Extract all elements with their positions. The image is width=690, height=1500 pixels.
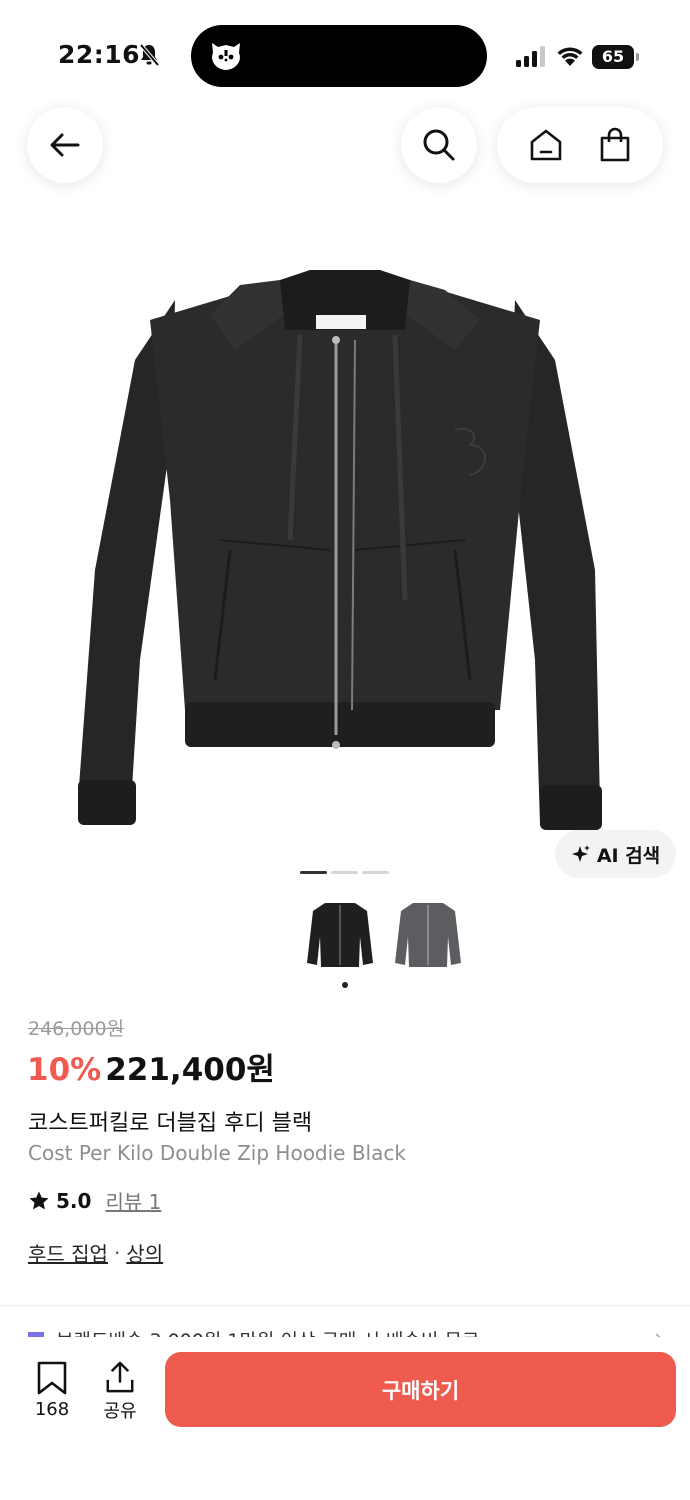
discount-rate: 10%	[27, 1052, 102, 1088]
buy-button[interactable]: 구매하기	[165, 1352, 676, 1427]
category-separator: ·	[113, 1240, 121, 1265]
color-thumbnails	[303, 895, 465, 975]
rating-value: 5.0	[56, 1188, 92, 1213]
bottom-action-bar: 168 공유 구매하기	[0, 1337, 690, 1500]
search-icon	[423, 129, 455, 161]
price-row: 10% 221,400원	[27, 1044, 275, 1089]
black-hoodie-thumbnail	[307, 903, 373, 967]
original-price: 246,000원	[28, 1018, 125, 1040]
section-divider	[0, 1305, 690, 1306]
thumbnail-gray[interactable]	[391, 895, 465, 975]
category-top-link[interactable]: 상의	[126, 1238, 163, 1267]
arrow-left-icon	[50, 133, 80, 157]
rating-row: 5.0 리뷰 1	[28, 1186, 161, 1215]
star-icon	[29, 1191, 49, 1209]
sparkle-icon	[571, 845, 590, 862]
sale-price: 221,400원	[105, 1052, 275, 1088]
product-image[interactable]	[0, 240, 690, 850]
nav-pill	[497, 107, 663, 183]
share-button[interactable]: 공유	[96, 1361, 144, 1423]
cellular-signal-icon	[516, 46, 545, 67]
status-time: 22:16	[58, 40, 141, 69]
product-name-ko: 코스트퍼킬로 더블집 후디 블랙	[28, 1111, 313, 1136]
gray-hoodie-thumbnail	[395, 903, 461, 967]
gallery-pager	[300, 871, 389, 874]
bookmark-icon	[37, 1361, 67, 1395]
cart-button[interactable]	[593, 123, 637, 167]
ai-search-button[interactable]: AI 검색	[555, 830, 676, 878]
shopping-bag-icon	[600, 127, 629, 162]
category-hood-zipup-link[interactable]: 후드 집업	[28, 1238, 108, 1267]
dynamic-island	[191, 25, 487, 87]
app-mascot-icon	[212, 43, 240, 70]
bookmark-button[interactable]: 168	[26, 1361, 78, 1423]
status-bar: 22:16 65	[0, 0, 690, 100]
selected-thumbnail-dot	[342, 982, 348, 988]
ai-search-label: AI 검색	[596, 844, 661, 867]
share-label: 공유	[103, 1401, 137, 1422]
home-button[interactable]	[524, 123, 568, 167]
pager-indicator-1	[300, 871, 327, 874]
search-button[interactable]	[401, 107, 477, 183]
bell-off-icon	[139, 43, 160, 67]
battery-indicator: 65	[592, 45, 640, 69]
back-button[interactable]	[27, 107, 103, 183]
product-name-en: Cost Per Kilo Double Zip Hoodie Black	[28, 1141, 406, 1165]
pager-indicator-3	[362, 871, 389, 874]
review-link[interactable]: 리뷰 1	[105, 1186, 161, 1215]
bookmark-count: 168	[34, 1399, 70, 1420]
pager-indicator-2	[331, 871, 358, 874]
thumbnail-black[interactable]	[303, 895, 377, 975]
category-breadcrumb: 후드 집업 · 상의	[28, 1238, 163, 1267]
battery-level: 65	[592, 45, 634, 69]
wifi-icon	[557, 47, 583, 66]
share-icon	[106, 1361, 134, 1393]
home-icon	[530, 129, 561, 161]
battery-tip	[636, 53, 639, 61]
